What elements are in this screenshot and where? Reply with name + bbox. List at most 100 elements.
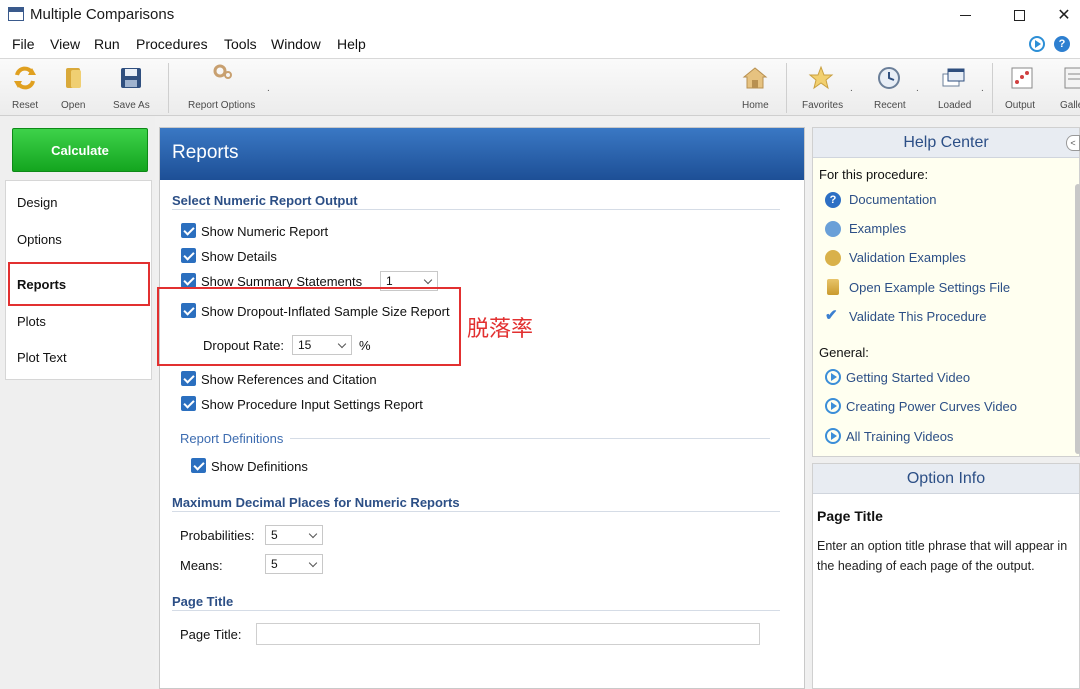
menu-procedures[interactable]: Procedures xyxy=(136,36,208,52)
app-icon xyxy=(8,7,24,21)
right-panel: Help Center For this procedure: ? Docume… xyxy=(809,127,1080,689)
show-summary-checkbox[interactable] xyxy=(181,273,196,288)
report-definitions-title: Report Definitions xyxy=(180,431,284,446)
collapse-panel-button[interactable]: < xyxy=(1066,135,1080,151)
output-button[interactable]: Output xyxy=(1002,59,1044,115)
minimize-button[interactable] xyxy=(942,0,988,30)
validate-procedure-link[interactable]: Validate This Procedure xyxy=(849,309,987,324)
section-decimal-places: Maximum Decimal Places for Numeric Repor… xyxy=(172,495,460,510)
help-scrollbar[interactable] xyxy=(1075,184,1080,454)
nav-options[interactable]: Options xyxy=(17,232,62,247)
examples-link[interactable]: Examples xyxy=(849,221,906,236)
reports-panel: Reports Select Numeric Report Output Sho… xyxy=(159,127,805,689)
favorites-button[interactable]: Favorites . xyxy=(798,59,853,115)
section-divider xyxy=(172,511,780,512)
window-title: Multiple Comparisons xyxy=(30,6,175,23)
close-icon: ✕ xyxy=(1057,7,1071,24)
gallery-label: Galle xyxy=(1060,100,1080,111)
toolbar-separator xyxy=(992,63,993,113)
means-select[interactable]: 5 xyxy=(265,554,323,574)
menu-window[interactable]: Window xyxy=(271,36,321,52)
nav-plot-text[interactable]: Plot Text xyxy=(17,350,67,365)
dropdown-dot: . xyxy=(850,83,853,94)
training-videos-link[interactable]: All Training Videos xyxy=(846,429,953,444)
report-options-button[interactable]: Report Options . xyxy=(180,59,270,115)
section-divider xyxy=(290,438,770,439)
save-as-button[interactable]: Save As xyxy=(108,59,154,115)
reset-button[interactable]: Reset xyxy=(0,59,50,115)
help-center-title: Help Center xyxy=(813,128,1079,158)
home-button[interactable]: Home xyxy=(738,59,774,115)
show-input-settings-checkbox[interactable] xyxy=(181,396,196,411)
validation-examples-icon xyxy=(825,250,841,266)
star-icon xyxy=(808,65,834,90)
documentation-icon: ? xyxy=(825,192,841,208)
dropout-highlight-box xyxy=(157,287,461,366)
open-folder-icon xyxy=(66,68,81,88)
loaded-button[interactable]: Loaded . xyxy=(934,59,984,115)
show-references-checkbox[interactable] xyxy=(181,371,196,386)
gallery-icon xyxy=(1064,67,1080,89)
play-video-icon xyxy=(825,369,841,385)
show-details-checkbox[interactable] xyxy=(181,248,196,263)
for-procedure-label: For this procedure: xyxy=(819,167,929,182)
getting-started-video-link[interactable]: Getting Started Video xyxy=(846,370,970,385)
folder-icon xyxy=(827,279,839,295)
open-example-settings-link[interactable]: Open Example Settings File xyxy=(849,280,1010,295)
documentation-link[interactable]: Documentation xyxy=(849,192,936,207)
menu-run[interactable]: Run xyxy=(94,36,120,52)
page-title-input[interactable] xyxy=(256,623,760,645)
show-numeric-checkbox[interactable] xyxy=(181,223,196,238)
title-bar: Multiple Comparisons ✕ xyxy=(0,0,1080,30)
favorites-label: Favorites xyxy=(802,100,844,111)
show-definitions-checkbox[interactable] xyxy=(191,458,206,473)
chevron-down-icon xyxy=(308,558,318,568)
loaded-label: Loaded xyxy=(938,100,972,111)
recent-button[interactable]: Recent . xyxy=(870,59,919,115)
minimize-icon xyxy=(959,14,971,16)
gallery-button[interactable]: Galle xyxy=(1058,59,1080,115)
help-center-panel: Help Center For this procedure: ? Docume… xyxy=(812,127,1080,457)
play-video-icon[interactable] xyxy=(1029,36,1045,52)
nav-design[interactable]: Design xyxy=(17,195,57,210)
probabilities-value: 5 xyxy=(271,528,278,542)
report-options-label: Report Options xyxy=(188,100,256,111)
dropdown-dot: . xyxy=(267,83,270,94)
panel-header: Reports xyxy=(160,128,804,180)
loaded-windows-icon xyxy=(942,68,965,87)
maximize-button[interactable] xyxy=(996,0,1042,30)
probabilities-select[interactable]: 5 xyxy=(265,525,323,545)
menu-tools[interactable]: Tools xyxy=(224,36,257,52)
show-definitions-label: Show Definitions xyxy=(211,459,308,474)
chevron-down-icon xyxy=(423,275,433,285)
show-input-settings-label: Show Procedure Input Settings Report xyxy=(201,397,423,412)
show-numeric-label: Show Numeric Report xyxy=(201,224,329,239)
reports-highlight-box xyxy=(8,262,150,306)
toolbar-separator xyxy=(786,63,787,113)
recent-label: Recent xyxy=(874,100,906,111)
menu-help[interactable]: Help xyxy=(337,36,366,52)
reset-label: Reset xyxy=(12,100,39,111)
open-button[interactable]: Open xyxy=(55,59,95,115)
page-title-label: Page Title: xyxy=(180,627,242,642)
menu-view[interactable]: View xyxy=(50,36,80,52)
close-button[interactable]: ✕ xyxy=(1048,0,1080,30)
power-curves-video-link[interactable]: Creating Power Curves Video xyxy=(846,399,1017,414)
general-label: General: xyxy=(819,345,869,360)
nav-plots[interactable]: Plots xyxy=(17,314,46,329)
option-info-description: Enter an option title phrase that will a… xyxy=(817,539,1068,573)
option-info-title: Option Info xyxy=(813,464,1079,494)
probabilities-label: Probabilities: xyxy=(180,528,255,543)
save-as-label: Save As xyxy=(113,100,150,111)
play-video-icon xyxy=(825,428,841,444)
menu-file[interactable]: File xyxy=(12,36,35,52)
toolbar: Reset Open Save As Report Options . Home… xyxy=(0,58,1080,116)
maximize-icon xyxy=(1013,9,1025,21)
validation-examples-link[interactable]: Validation Examples xyxy=(849,250,966,265)
help-icon[interactable]: ? xyxy=(1054,36,1070,52)
show-references-label: Show References and Citation xyxy=(201,372,377,387)
calculate-button[interactable]: Calculate xyxy=(12,128,148,172)
dropdown-dot: . xyxy=(981,83,984,94)
left-navigation: Calculate Design Options Reports Plots P… xyxy=(0,116,155,689)
chevron-down-icon xyxy=(308,529,318,539)
